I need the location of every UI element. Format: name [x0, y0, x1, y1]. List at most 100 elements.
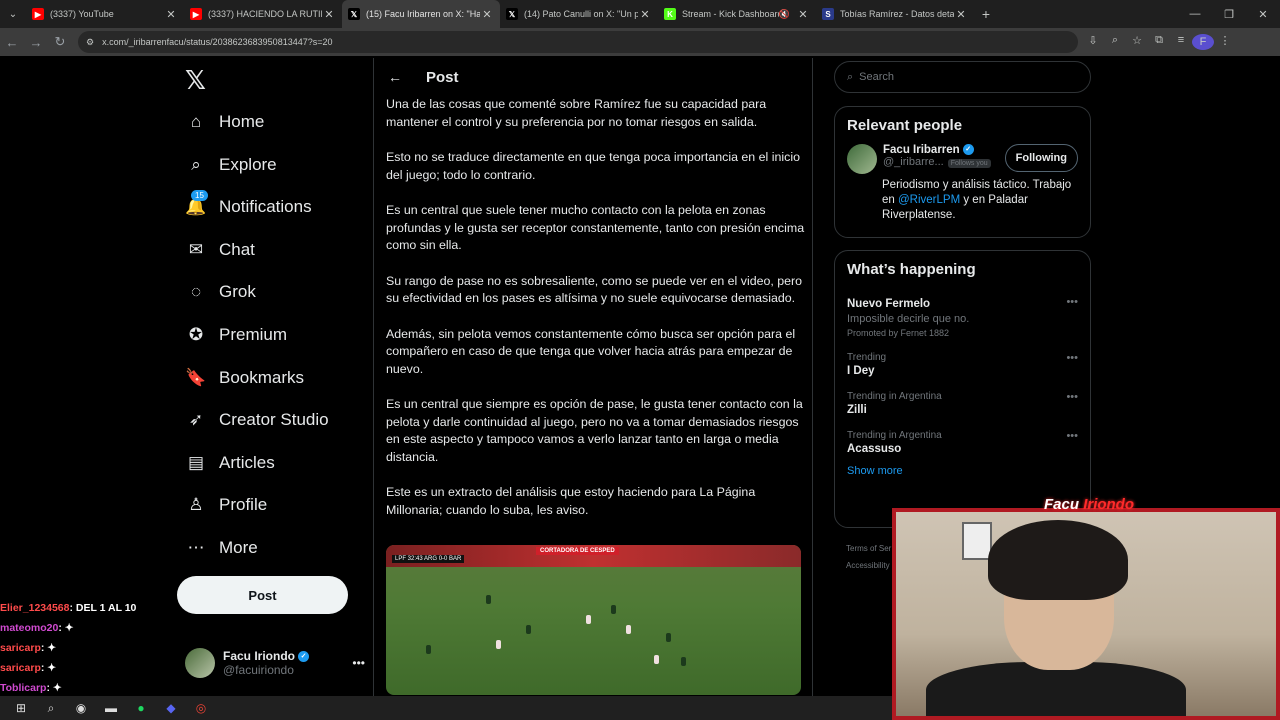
- browser-menu-icon[interactable]: ⋮: [1214, 34, 1236, 50]
- sidebar-item-label: Creator Studio: [219, 410, 329, 430]
- browser-tab[interactable]: K Stream - Kick Dashboard 🔇 ✕: [658, 0, 816, 28]
- trend-item[interactable]: Trending in Argentina Acassuso •••: [835, 422, 1090, 461]
- sidebar-item-grok[interactable]: ◌ Grok: [185, 272, 256, 312]
- browser-tab[interactable]: ▶ (3337) YouTube ✕: [26, 0, 184, 28]
- bookmark-star-icon[interactable]: ☆: [1126, 34, 1148, 50]
- address-bar-row: ← → ↻ ⚙ x.com/_iribarrenfacu/status/2038…: [0, 28, 1280, 56]
- trend-more-icon[interactable]: •••: [1066, 352, 1078, 364]
- profile-avatar[interactable]: F: [1192, 34, 1214, 50]
- post-header: ← Post: [374, 58, 812, 96]
- trend-more-icon[interactable]: •••: [1066, 430, 1078, 442]
- tab-search-icon[interactable]: ⌄: [0, 0, 26, 28]
- webcam-overlay: Facu Iriondo: [892, 496, 1280, 720]
- sofascore-icon: S: [822, 8, 834, 20]
- minimize-icon[interactable]: —: [1178, 0, 1212, 28]
- page-title: Post: [426, 68, 459, 86]
- player-marker: [654, 655, 659, 664]
- sidebar-item-chat[interactable]: ✉ Chat: [185, 230, 255, 270]
- close-window-icon[interactable]: ✕: [1246, 0, 1280, 28]
- main-column: ← Post Una de las cosas que comenté sobr…: [373, 58, 813, 696]
- close-tab-icon[interactable]: ✕: [796, 8, 810, 21]
- player-marker: [681, 657, 686, 666]
- sidebar-item-label: Articles: [219, 452, 275, 472]
- extensions-icon[interactable]: ⧉: [1148, 34, 1170, 50]
- premium-icon: ✪: [188, 325, 204, 344]
- player-marker: [626, 625, 631, 634]
- obs-icon[interactable]: ◉: [66, 701, 96, 715]
- whats-happening-card: What’s happening Nuevo Fermelo Imposible …: [834, 250, 1091, 528]
- more-options-icon[interactable]: •••: [352, 656, 365, 670]
- sidebar-item-profile[interactable]: ♙ Profile: [185, 485, 267, 525]
- sidebar-item-label: More: [219, 538, 258, 557]
- account-switcher[interactable]: Facu Iriondo ✓ @facuiriondo •••: [185, 643, 365, 683]
- ad-board: CORTADORA DE CESPED: [536, 547, 619, 555]
- back-nav-icon[interactable]: ←: [0, 35, 24, 50]
- post-button[interactable]: Post: [177, 576, 348, 614]
- close-tab-icon[interactable]: ✕: [322, 8, 336, 21]
- person-name[interactable]: Facu Iribarren: [883, 144, 960, 156]
- search-input[interactable]: ⌕ Search: [834, 61, 1091, 93]
- chat-text: : ✦: [40, 662, 57, 674]
- chat-text: : DEL 1 AL 10: [69, 602, 137, 614]
- close-tab-icon[interactable]: ✕: [480, 8, 494, 21]
- trend-more-icon[interactable]: •••: [1066, 391, 1078, 403]
- footer-links: Terms of Ser Accessibility: [846, 540, 891, 574]
- mute-icon[interactable]: 🔇: [779, 9, 790, 20]
- trend-item[interactable]: Nuevo Fermelo Imposible decirle que no. Pr…: [835, 288, 1090, 344]
- browser-tab[interactable]: 𝕏 (14) Pato Canulli on X: "Un poco✕: [500, 0, 658, 28]
- footer-link[interactable]: Accessibility: [846, 557, 891, 574]
- relevant-person[interactable]: Facu Iribarren ✓ @_iribarre... Follows you…: [835, 144, 1090, 174]
- start-icon[interactable]: ⊞: [6, 701, 36, 715]
- close-tab-icon[interactable]: ✕: [638, 8, 652, 21]
- trend-item[interactable]: Trending in Argentina Zilli •••: [835, 383, 1090, 422]
- browser-tab[interactable]: S Tobías Ramírez - Datos detallad✕: [816, 0, 974, 28]
- tab-title: Tobías Ramírez - Datos detallad: [840, 9, 954, 19]
- sidebar-item-explore[interactable]: ⌕ Explore: [185, 145, 277, 185]
- avatar: [185, 648, 215, 678]
- folder-icon[interactable]: ▬: [96, 701, 126, 715]
- sidebar-item-more[interactable]: ⋯ More: [185, 528, 258, 568]
- zoom-icon[interactable]: ⌕: [1104, 34, 1126, 50]
- stream-chat-overlay: Elier_1234568: DEL 1 AL 10 mateomo20: ✦ sa…: [0, 598, 180, 698]
- install-icon[interactable]: ⇩: [1082, 34, 1104, 50]
- sidebar-item-bookmarks[interactable]: 🔖 Bookmarks: [185, 358, 304, 398]
- sidebar-item-articles[interactable]: ▤ Articles: [185, 443, 275, 483]
- sidebar-item-home[interactable]: ⌂ Home: [185, 102, 265, 142]
- spotify-icon[interactable]: ●: [126, 701, 156, 715]
- sidebar-item-label: Explore: [219, 154, 277, 174]
- sidebar-item-premium[interactable]: ✪ Premium: [185, 315, 287, 355]
- bio-link[interactable]: @RiverLPM: [898, 194, 960, 206]
- sidebar-item-notifications[interactable]: 🔔 15 Notifications: [185, 187, 312, 227]
- x-icon: 𝕏: [506, 8, 518, 20]
- person-bio: Periodismo y análisis táctico. Trabajo e…: [835, 174, 1090, 233]
- taskbar-search-icon[interactable]: ⌕: [36, 701, 66, 716]
- forward-nav-icon[interactable]: →: [24, 35, 48, 50]
- following-button[interactable]: Following: [1004, 144, 1078, 172]
- chat-username: Elier_1234568: [0, 602, 70, 614]
- chat-username: saricarp: [0, 662, 41, 674]
- post-paragraph: Además, sin pelota vemos constantemente …: [386, 326, 796, 376]
- chrome-icon[interactable]: ◎: [186, 701, 216, 715]
- close-tab-icon[interactable]: ✕: [164, 8, 178, 21]
- restore-icon[interactable]: ❐: [1212, 0, 1246, 28]
- discord-icon[interactable]: ◆: [156, 701, 186, 715]
- trend-item[interactable]: Trending I Dey •••: [835, 344, 1090, 383]
- trend-name: I Dey: [847, 365, 875, 377]
- browser-tab[interactable]: 𝕏 (15) Facu Iribarren on X: "Hable✕: [342, 0, 500, 28]
- media-icon[interactable]: ≡: [1170, 34, 1192, 50]
- new-tab-button[interactable]: +: [974, 6, 998, 22]
- url-field[interactable]: ⚙ x.com/_iribarrenfacu/status/2038623683…: [78, 31, 1078, 53]
- back-arrow-icon[interactable]: ←: [388, 69, 418, 85]
- footer-link[interactable]: Terms of Ser: [846, 540, 891, 557]
- x-logo-icon[interactable]: 𝕏: [185, 66, 206, 96]
- site-info-icon[interactable]: ⚙: [86, 37, 94, 48]
- sidebar-nav: 𝕏 ⌂ Home ⌕ Explore 🔔 15 Notifications ✉ Chat ◌ Gro…: [177, 58, 373, 696]
- close-tab-icon[interactable]: ✕: [954, 8, 968, 21]
- browser-tab[interactable]: ▶ (3337) HACIENDO LA RUTINA DE✕: [184, 0, 342, 28]
- sidebar-item-creator-studio[interactable]: ➶ Creator Studio: [185, 400, 329, 440]
- reload-icon[interactable]: ↻: [48, 34, 72, 50]
- trend-more-icon[interactable]: •••: [1066, 296, 1078, 308]
- show-more-link[interactable]: Show more: [835, 461, 1090, 487]
- post-video[interactable]: LPF 32:43 ARG 0-0 BAR CORTADORA DE CESPE…: [386, 545, 801, 695]
- avatar[interactable]: [847, 144, 877, 174]
